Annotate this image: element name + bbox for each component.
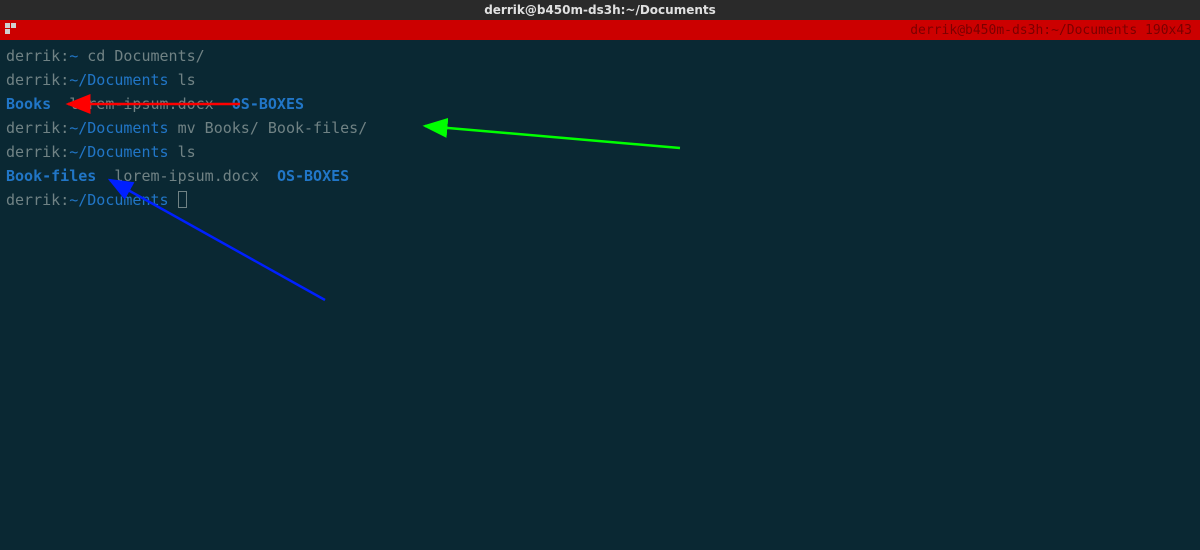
- prompt-path: ~/Documents: [69, 143, 168, 161]
- taskbar-session-label: derrik@b450m-ds3h:~/Documents 190x43: [910, 23, 1192, 38]
- directory-name: Books: [6, 95, 51, 113]
- window-titlebar[interactable]: derrik@b450m-ds3h:~/Documents: [0, 0, 1200, 20]
- file-name: lorem-ipsum.docx: [114, 167, 259, 185]
- command-text: ls: [169, 143, 196, 161]
- terminal-line: derrik:~/Documents ls: [6, 68, 1194, 92]
- prompt-user: derrik: [6, 119, 60, 137]
- directory-name: OS-BOXES: [277, 167, 349, 185]
- terminal-line: derrik:~/Documents mv Books/ Book-files/: [6, 116, 1194, 140]
- prompt-path: ~/Documents: [69, 191, 168, 209]
- prompt-user: derrik: [6, 191, 60, 209]
- directory-name: OS-BOXES: [232, 95, 304, 113]
- command-text: ls: [169, 71, 196, 89]
- prompt-user: derrik: [6, 71, 60, 89]
- command-text: mv Books/ Book-files/: [169, 119, 368, 137]
- terminal-line: derrik:~/Documents: [6, 188, 1194, 212]
- directory-name: Book-files: [6, 167, 96, 185]
- app-menu-icon[interactable]: [4, 22, 18, 36]
- prompt-path: ~/Documents: [69, 71, 168, 89]
- cursor-icon: [178, 191, 187, 208]
- terminal-line: derrik:~/Documents ls: [6, 140, 1194, 164]
- prompt-user: derrik: [6, 47, 60, 65]
- taskbar: derrik@b450m-ds3h:~/Documents 190x43: [0, 20, 1200, 40]
- terminal-line: Book-files lorem-ipsum.docx OS-BOXES: [6, 164, 1194, 188]
- terminal-output[interactable]: derrik:~ cd Documents/ derrik:~/Document…: [0, 40, 1200, 216]
- prompt-path: ~/Documents: [69, 119, 168, 137]
- command-text: cd Documents/: [78, 47, 204, 65]
- window-title: derrik@b450m-ds3h:~/Documents: [484, 3, 716, 17]
- prompt-path: ~: [69, 47, 78, 65]
- prompt-user: derrik: [6, 143, 60, 161]
- file-name: lorem-ipsum.docx: [69, 95, 214, 113]
- terminal-line: Books lorem-ipsum.docx OS-BOXES: [6, 92, 1194, 116]
- terminal-line: derrik:~ cd Documents/: [6, 44, 1194, 68]
